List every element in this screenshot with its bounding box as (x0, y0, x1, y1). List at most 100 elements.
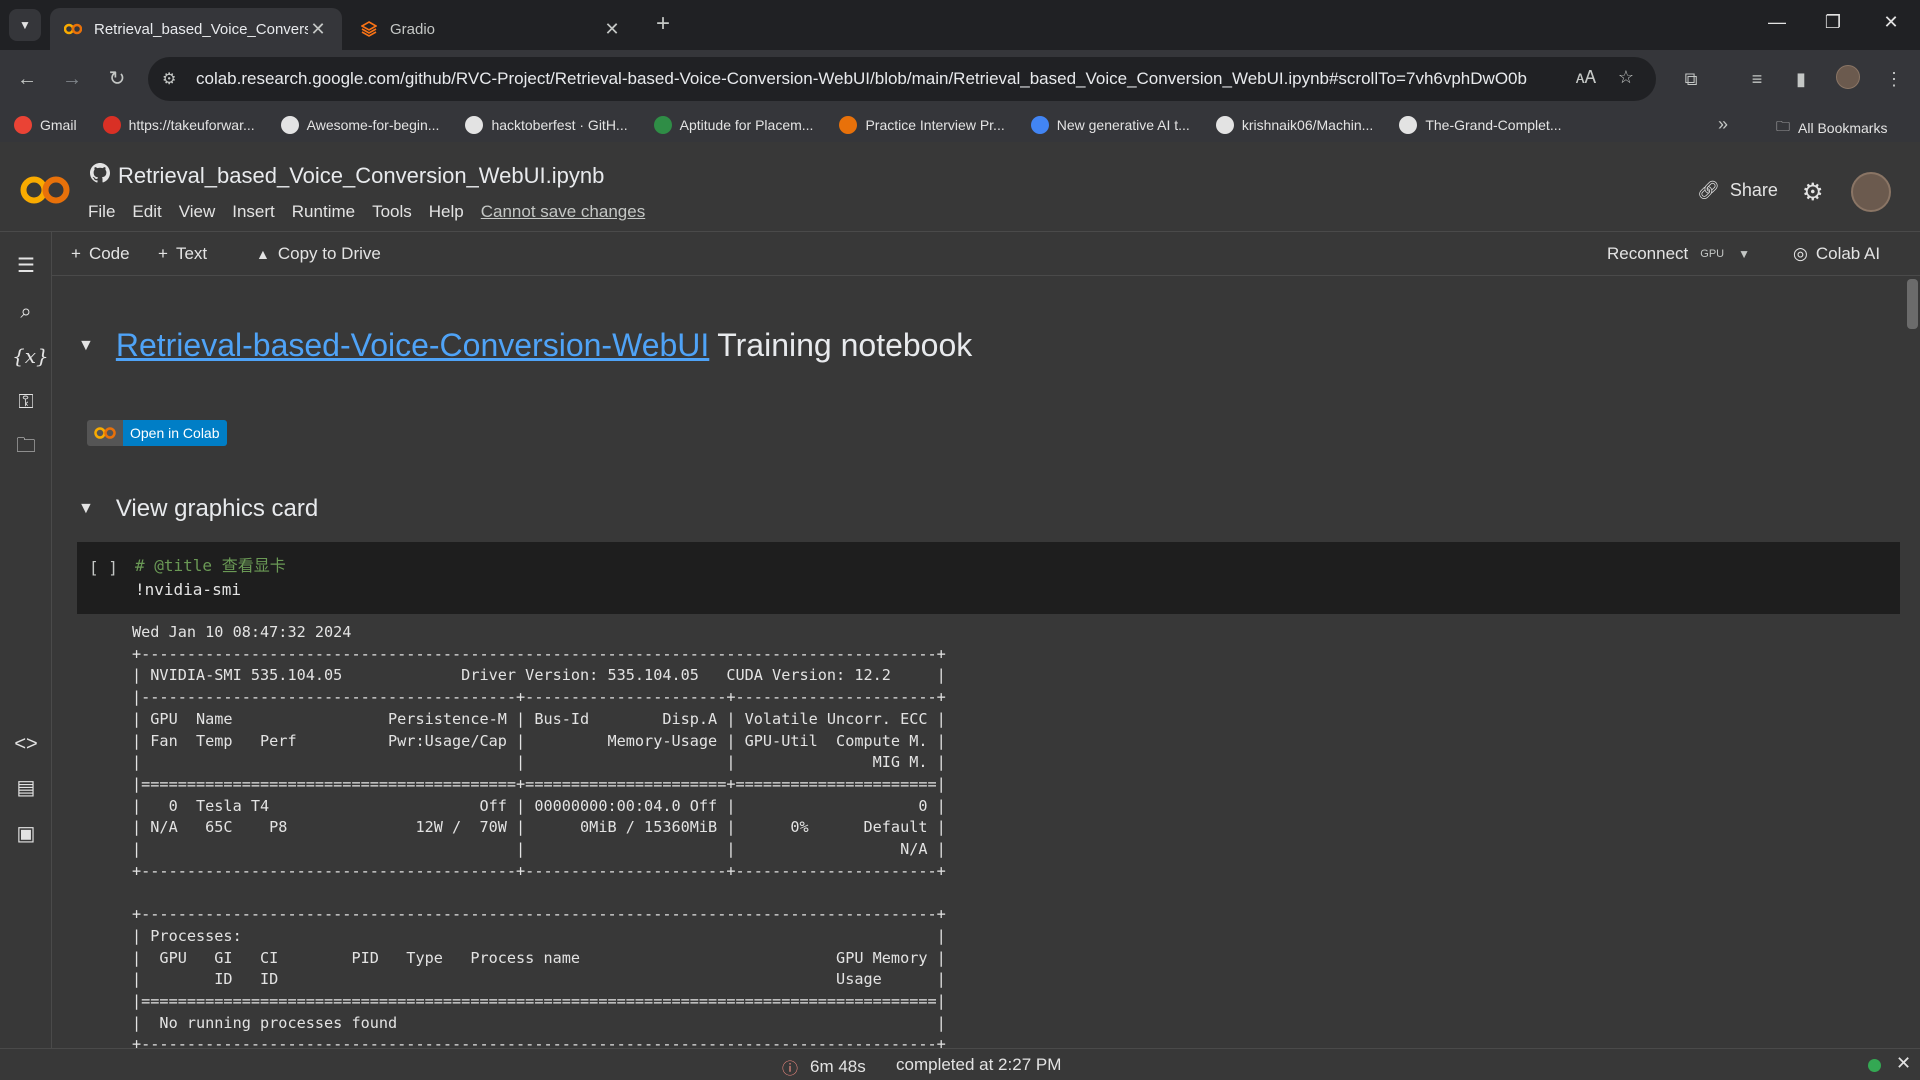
tab-search-button[interactable]: ▼ (9, 9, 41, 41)
key-icon[interactable]: ⚿ (12, 388, 40, 416)
share-label: Share (1729, 180, 1778, 200)
menu-item-tools[interactable]: Tools (372, 202, 412, 222)
search-icon[interactable]: ⌕ (12, 298, 40, 326)
new-tab-plus-icon[interactable]: + (650, 12, 676, 38)
colab-logo-icon[interactable] (18, 170, 72, 214)
bookmark-label: The-Grand-Complet... (1425, 117, 1562, 133)
output-line: +---------------------------------------… (132, 905, 946, 924)
reload-icon[interactable]: ↻ (102, 64, 132, 94)
restore-icon[interactable]: ❐ (1818, 12, 1848, 38)
reconnect-button[interactable]: Reconnect GPU ▼ (1607, 244, 1750, 264)
menu-item-view[interactable]: View (179, 202, 216, 222)
share-button[interactable]: 🔗︎ Share (1697, 180, 1778, 201)
output-line: | GPU GI CI PID Type Process name GPU Me… (132, 948, 946, 967)
forward-arrow-icon[interactable]: → (57, 64, 87, 94)
minimize-icon[interactable]: — (1762, 12, 1792, 38)
avatar[interactable] (1851, 172, 1891, 212)
all-bookmarks-button[interactable]: 🗀 All Bookmarks (1776, 116, 1887, 140)
output-line: | 0 Tesla T4 Off | 00000000:00:04.0 Off … (132, 796, 946, 815)
bookmark-item[interactable]: The-Grand-Complet... (1399, 116, 1562, 134)
terminal-icon[interactable]: ▣ (12, 820, 40, 848)
menu-item-file[interactable]: File (88, 202, 115, 222)
plus-icon: + (71, 244, 81, 263)
add-text-label: Text (175, 244, 208, 263)
more-menu-icon[interactable]: ⋮ (1880, 65, 1908, 93)
code-snippets-icon[interactable]: <> (12, 730, 40, 758)
output-line: +---------------------------------------… (132, 861, 946, 880)
window-close-icon[interactable]: ✕ (1876, 12, 1906, 38)
add-text-button[interactable]: + Text (158, 244, 207, 264)
extensions-icon[interactable]: ⧉ (1677, 65, 1705, 93)
bookmark-item[interactable]: Awesome-for-begin... (280, 116, 439, 134)
tab-colab[interactable]: Retrieval_based_Voice_Conversi ✕ (50, 8, 342, 50)
copy-to-drive-button[interactable]: ▲ Copy to Drive (256, 244, 381, 264)
site-info-icon[interactable]: ⚙ (162, 69, 188, 89)
chevron-double-right-icon[interactable]: » (1718, 114, 1728, 135)
bookmark-item[interactable]: New generative AI t... (1030, 116, 1190, 134)
close-icon[interactable]: ✕ (602, 19, 622, 40)
menu-item-runtime[interactable]: Runtime (292, 202, 355, 222)
collapse-chevron-icon[interactable]: ▼ (78, 500, 94, 518)
variables-icon[interactable]: {x} (12, 342, 49, 370)
bookmark-item[interactable]: Aptitude for Placem... (653, 116, 813, 134)
heading-title: ▼ Retrieval-based-Voice-Conversion-WebUI… (78, 327, 972, 364)
chevron-down-icon: ▼ (19, 18, 31, 32)
output-line: | Processes: | (132, 926, 946, 945)
collapse-chevron-icon[interactable]: ▼ (78, 337, 94, 355)
all-bookmarks-label: All Bookmarks (1798, 120, 1888, 136)
menu-item-insert[interactable]: Insert (232, 202, 275, 222)
completed-time: completed at 2:27 PM (896, 1055, 1062, 1074)
add-code-label: Code (88, 244, 130, 263)
folder-icon[interactable]: 🗀 (12, 432, 40, 460)
gear-icon[interactable]: ⚙ (1802, 178, 1824, 207)
add-code-button[interactable]: + Code (71, 244, 130, 264)
close-icon[interactable]: ✕ (308, 19, 328, 40)
gfg-icon (653, 116, 672, 134)
elapsed-time: 6m 48s (810, 1057, 866, 1076)
bookmark-item[interactable]: Gmail (14, 116, 77, 134)
output-line: | Fan Temp Perf Pwr:Usage/Cap | Memory-U… (132, 731, 946, 750)
menu-item-help[interactable]: Help (429, 202, 464, 222)
media-control-icon[interactable]: ≡ (1743, 65, 1771, 93)
menu-item-edit[interactable]: Edit (132, 202, 161, 222)
bookmark-item[interactable]: https://takeuforwar... (102, 116, 255, 134)
cannot-save-warning[interactable]: Cannot save changes (481, 202, 645, 222)
gpu-label: GPU (1700, 248, 1725, 260)
output-line: | GPU Name Persistence-M | Bus-Id Disp.A… (132, 709, 946, 728)
section-heading: ▼ View graphics card (78, 495, 318, 523)
notebook-title[interactable]: Retrieval_based_Voice_Conversion_WebUI.i… (118, 163, 604, 189)
left-sidebar: ☰ ⌕ {x} ⚿ 🗀 <> ▤ ▣ (0, 232, 52, 1048)
code-comment: # @title 查看显卡 (135, 556, 286, 575)
close-icon[interactable]: ✕ (1896, 1053, 1911, 1074)
table-of-contents-icon[interactable]: ☰ (12, 252, 40, 280)
scrollbar-thumb[interactable] (1907, 279, 1918, 329)
back-arrow-icon[interactable]: ← (12, 64, 42, 94)
translate-icon[interactable]: 🗚 (1574, 67, 1598, 91)
code-editor[interactable]: # @title 查看显卡 !nvidia-smi (135, 554, 286, 602)
colab-logo-icon (87, 420, 123, 446)
repo-link[interactable]: Retrieval-based-Voice-Conversion-WebUI (116, 327, 709, 364)
copy-to-drive-label: Copy to Drive (277, 244, 381, 263)
bookmark-item[interactable]: krishnaik06/Machin... (1215, 116, 1373, 134)
address-bar[interactable]: ⚙ colab.research.google.com/github/RVC-P… (148, 57, 1656, 101)
run-cell-button[interactable]: [ ] (89, 558, 118, 577)
tab-gradio[interactable]: Gradio ✕ (346, 8, 636, 50)
browser-tab-bar: ▼ Retrieval_based_Voice_Conversi ✕ Gradi… (0, 0, 1920, 50)
side-panel-icon[interactable]: ▮ (1787, 65, 1815, 93)
execution-status[interactable]: ⓘ 6m 48s (782, 1055, 866, 1079)
star-icon[interactable]: ☆ (1614, 67, 1638, 91)
url-text: colab.research.google.com/github/RVC-Pro… (196, 69, 1527, 88)
output-line: | | | N/A | (132, 840, 946, 859)
profile-avatar[interactable] (1834, 65, 1862, 93)
open-in-colab-badge[interactable]: Open in Colab (87, 420, 227, 446)
command-palette-icon[interactable]: ▤ (12, 774, 40, 802)
dropdown-arrow-icon[interactable]: ▼ (1738, 247, 1750, 261)
code-cell[interactable]: [ ] # @title 查看显卡 !nvidia-smi (77, 542, 1900, 614)
bookmark-item[interactable]: Practice Interview Pr... (839, 116, 1005, 134)
colab-ai-button[interactable]: ◎ Colab AI (1793, 244, 1880, 264)
gmail-icon (14, 116, 32, 134)
vertical-scrollbar[interactable] (1905, 277, 1920, 1048)
bookmark-item[interactable]: hacktoberfest · GitH... (465, 116, 628, 134)
reconnect-label: Reconnect (1607, 244, 1689, 263)
